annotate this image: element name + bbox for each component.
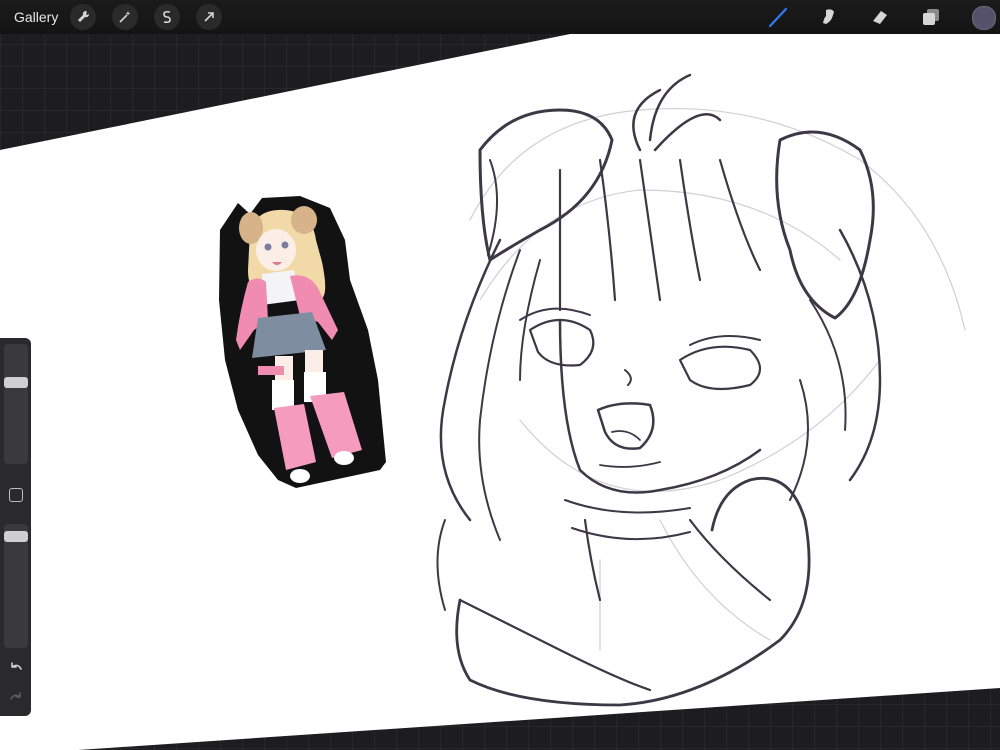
layers-button[interactable] [917,3,945,31]
reference-right-shoe [334,451,354,465]
reference-left-eye [264,243,272,251]
transform-button[interactable] [196,4,222,30]
opacity-slider[interactable] [4,524,28,648]
brush-icon [768,7,788,28]
modify-button[interactable] [9,488,23,502]
brush-size-slider-thumb[interactable] [4,377,28,388]
eraser-tool-button[interactable] [866,3,894,31]
eraser-icon [873,11,887,24]
reference-right-ear [291,206,317,234]
top-toolbar: Gallery [0,0,1000,34]
selection-icon [163,10,171,24]
reference-left-sock [272,380,294,410]
undo-button[interactable] [6,658,26,678]
reference-garter [258,366,284,375]
redo-arrow-icon [10,692,21,700]
magic-wand-icon [119,11,131,23]
brush-size-slider[interactable] [4,344,28,464]
layers-icon [923,9,939,25]
wrench-icon [78,10,90,22]
left-sidebar [0,338,31,716]
reference-right-eye [281,241,289,249]
drawing-canvas[interactable] [0,0,1000,750]
opacity-slider-thumb[interactable] [4,531,28,542]
transform-arrow-icon [204,12,214,22]
selection-button[interactable] [154,4,180,30]
reference-left-shoe [290,469,310,483]
smudge-tool-button[interactable] [815,3,843,31]
color-picker-button[interactable] [972,6,996,30]
paint-tool-button[interactable] [764,3,792,31]
undo-arrow-icon [11,662,22,670]
redo-button[interactable] [6,688,26,708]
adjustments-button[interactable] [112,4,138,30]
actions-button[interactable] [70,4,96,30]
smudge-icon [823,9,834,24]
canvas-artboard [0,33,1000,750]
gallery-button[interactable]: Gallery [14,8,58,26]
